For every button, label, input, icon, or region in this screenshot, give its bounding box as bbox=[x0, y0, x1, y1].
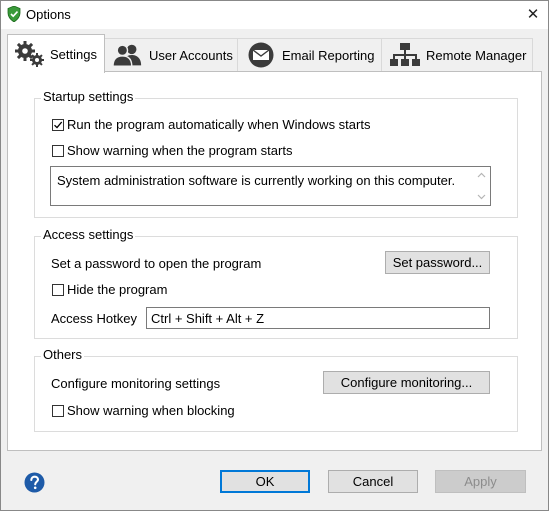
others-group: Others Configure monitoring settings Con… bbox=[34, 347, 518, 432]
tab-email-reporting[interactable]: Email Reporting bbox=[237, 38, 382, 71]
tab-remote-manager[interactable]: Remote Manager bbox=[381, 38, 533, 71]
warning-message-textarea[interactable]: System administration software is curren… bbox=[50, 166, 491, 206]
tab-settings-label: Settings bbox=[50, 46, 97, 62]
users-icon bbox=[113, 42, 143, 68]
configure-monitoring-button[interactable]: Configure monitoring... bbox=[323, 371, 490, 394]
set-password-button[interactable]: Set password... bbox=[385, 251, 490, 274]
help-icon[interactable] bbox=[24, 472, 45, 493]
cancel-button[interactable]: Cancel bbox=[328, 470, 418, 493]
run-on-startup-label: Run the program automatically when Windo… bbox=[67, 117, 371, 132]
set-password-label: Set a password to open the program bbox=[51, 256, 262, 271]
show-warning-blocking-checkbox[interactable]: Show warning when blocking bbox=[52, 403, 235, 418]
window-title: Options bbox=[26, 7, 71, 22]
cancel-button-label: Cancel bbox=[352, 474, 394, 489]
apply-button-label: Apply bbox=[464, 474, 497, 489]
network-icon bbox=[390, 42, 420, 68]
hide-program-checkbox[interactable]: Hide the program bbox=[52, 282, 167, 297]
title-bar: Options ✕ bbox=[1, 1, 548, 29]
checkbox-unchecked[interactable] bbox=[52, 404, 64, 417]
access-hotkey-label: Access Hotkey bbox=[51, 311, 137, 326]
configure-monitoring-button-label: Configure monitoring... bbox=[340, 375, 473, 390]
scroll-up-icon[interactable] bbox=[477, 172, 486, 178]
tab-user-accounts[interactable]: User Accounts bbox=[104, 38, 238, 71]
startup-settings-title: Startup settings bbox=[41, 89, 136, 104]
tab-user-accounts-label: User Accounts bbox=[149, 47, 233, 63]
show-warning-startup-checkbox[interactable]: Show warning when the program starts bbox=[52, 143, 292, 158]
apply-button[interactable]: Apply bbox=[435, 470, 526, 493]
show-warning-startup-label: Show warning when the program starts bbox=[67, 143, 293, 158]
access-hotkey-value: Ctrl + Shift + Alt + Z bbox=[151, 310, 265, 326]
access-settings-group: Access settings Set a password to open t… bbox=[34, 227, 518, 339]
scroll-down-icon[interactable] bbox=[477, 194, 486, 200]
others-title: Others bbox=[41, 347, 85, 362]
email-icon bbox=[246, 42, 276, 68]
checkbox-checked[interactable] bbox=[52, 118, 64, 131]
shield-icon bbox=[7, 5, 21, 23]
ok-button-label: OK bbox=[255, 474, 275, 489]
warning-message-text: System administration software is curren… bbox=[57, 173, 456, 188]
tab-strip: Settings User Accounts Email Reporting R… bbox=[7, 34, 542, 73]
tab-settings[interactable]: Settings bbox=[7, 34, 105, 73]
access-hotkey-input[interactable]: Ctrl + Shift + Alt + Z bbox=[146, 307, 490, 329]
close-button[interactable]: ✕ bbox=[518, 1, 548, 27]
ok-button[interactable]: OK bbox=[220, 470, 310, 493]
tab-email-reporting-label: Email Reporting bbox=[282, 47, 375, 63]
checkbox-unchecked[interactable] bbox=[52, 144, 64, 157]
checkbox-unchecked[interactable] bbox=[52, 283, 64, 296]
close-icon: ✕ bbox=[526, 6, 540, 23]
set-password-button-label: Set password... bbox=[392, 255, 483, 270]
access-settings-title: Access settings bbox=[41, 227, 136, 242]
startup-settings-group: Startup settings Run the program automat… bbox=[34, 89, 518, 218]
options-window: Options ✕ Settings User Accounts Email R… bbox=[0, 0, 549, 511]
hide-program-label: Hide the program bbox=[67, 282, 168, 297]
configure-monitoring-label: Configure monitoring settings bbox=[51, 376, 221, 391]
settings-panel: Startup settings Run the program automat… bbox=[7, 71, 542, 451]
tab-remote-manager-label: Remote Manager bbox=[426, 47, 527, 63]
run-on-startup-checkbox[interactable]: Run the program automatically when Windo… bbox=[52, 117, 370, 132]
show-warning-blocking-label: Show warning when blocking bbox=[67, 403, 235, 418]
gears-icon bbox=[14, 41, 46, 67]
